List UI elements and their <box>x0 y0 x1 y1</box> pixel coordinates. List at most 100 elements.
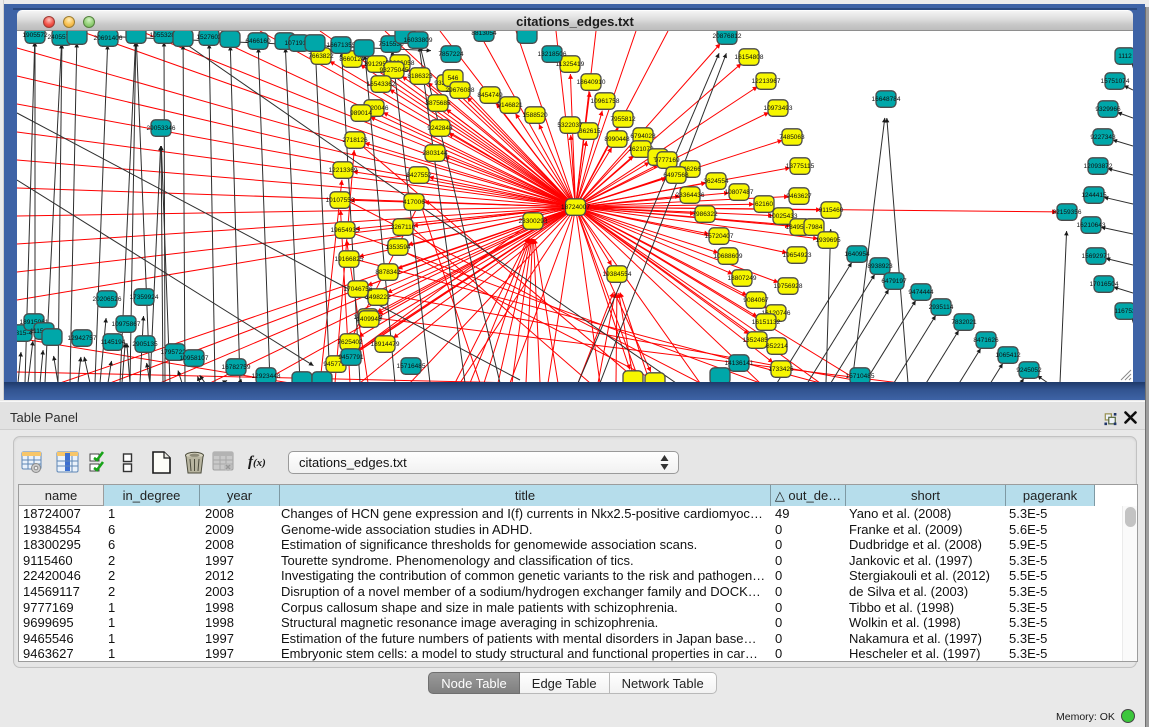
svg-text:9777169: 9777169 <box>654 157 680 164</box>
svg-text:10807487: 10807487 <box>725 189 754 196</box>
svg-text:29676088: 29676088 <box>446 87 475 94</box>
svg-text:15692971: 15692971 <box>1082 253 1111 260</box>
svg-text:23300293: 23300293 <box>519 218 548 225</box>
svg-text:1640954: 1640954 <box>844 251 870 258</box>
svg-text:1353594: 1353594 <box>385 244 411 251</box>
svg-text:1905572: 1905572 <box>22 32 48 39</box>
svg-text:16151132: 16151132 <box>752 319 781 326</box>
svg-text:20691406: 20691406 <box>94 35 123 42</box>
svg-text:12093872: 12093872 <box>1084 163 1113 170</box>
svg-text:16648784: 16648784 <box>872 96 901 103</box>
svg-text:116753: 116753 <box>1114 308 1133 315</box>
svg-text:852214: 852214 <box>766 343 788 350</box>
svg-text:1588520: 1588520 <box>522 112 548 119</box>
svg-text:16671355: 16671355 <box>327 42 356 49</box>
svg-text:29053346: 29053346 <box>147 125 176 132</box>
svg-text:546: 546 <box>448 75 459 82</box>
svg-text:8471626: 8471626 <box>973 337 999 344</box>
svg-text:1065412: 1065412 <box>995 352 1021 359</box>
svg-text:2905135: 2905135 <box>132 341 158 348</box>
svg-text:1733426: 1733426 <box>768 366 794 373</box>
svg-text:6794028: 6794028 <box>630 133 656 140</box>
svg-text:1939695: 1939695 <box>815 237 841 244</box>
svg-text:2803144: 2803144 <box>422 150 448 157</box>
svg-text:10961758: 10961758 <box>591 98 620 105</box>
svg-text:12923448: 12923448 <box>252 373 281 380</box>
svg-text:10107553: 10107553 <box>326 197 355 204</box>
svg-text:3267110: 3267110 <box>391 224 416 231</box>
svg-text:9474444: 9474444 <box>908 289 934 296</box>
svg-text:16543362: 16543362 <box>367 81 396 88</box>
svg-text:9463627: 9463627 <box>786 193 812 200</box>
svg-text:15710485: 15710485 <box>846 373 875 380</box>
svg-text:12213967: 12213967 <box>752 78 781 85</box>
svg-text:1527602: 1527602 <box>196 34 222 41</box>
svg-text:6466160: 6466160 <box>245 38 271 45</box>
svg-text:7485063: 7485063 <box>779 134 805 141</box>
svg-text:1112: 1112 <box>1118 53 1132 60</box>
svg-text:16210643: 16210643 <box>1077 222 1106 229</box>
svg-text:1145194: 1145194 <box>101 339 126 346</box>
svg-text:15716485: 15716485 <box>397 363 426 370</box>
svg-text:17359924: 17359924 <box>130 294 159 301</box>
svg-text:9115460: 9115460 <box>819 207 844 214</box>
svg-text:16782759: 16782759 <box>222 364 251 371</box>
svg-text:16033809: 16033809 <box>404 37 433 44</box>
svg-text:7986322: 7986322 <box>692 211 718 218</box>
svg-text:417006: 417006 <box>403 199 425 206</box>
svg-text:9329966: 9329966 <box>1095 106 1121 113</box>
svg-text:9457791: 9457791 <box>338 354 364 361</box>
svg-text:12213369: 12213369 <box>329 167 358 174</box>
svg-text:18724007: 18724007 <box>561 204 590 211</box>
svg-text:9084067: 9084067 <box>743 297 769 304</box>
svg-text:8660124: 8660124 <box>339 56 365 63</box>
svg-text:3624554: 3624554 <box>703 178 729 185</box>
svg-text:15751074: 15751074 <box>1101 78 1130 85</box>
svg-text:8427552: 8427552 <box>406 172 432 179</box>
svg-text:15720407: 15720407 <box>705 233 734 240</box>
svg-text:5322037: 5322037 <box>557 122 583 129</box>
svg-text:13218506: 13218506 <box>538 51 567 58</box>
svg-text:19756928: 19756928 <box>774 283 803 290</box>
svg-text:20876812: 20876812 <box>713 33 742 40</box>
svg-text:10958107: 10958107 <box>180 355 209 362</box>
svg-text:23364436: 23364436 <box>676 192 705 199</box>
svg-text:6479197: 6479197 <box>881 278 907 285</box>
svg-text:19166825: 19166825 <box>335 256 364 263</box>
svg-text:-7984: -7984 <box>806 224 823 231</box>
svg-text:62160: 62160 <box>755 201 773 208</box>
svg-text:93275045: 93275045 <box>380 67 409 74</box>
svg-text:7955812: 7955812 <box>610 116 636 123</box>
svg-text:18914479: 18914479 <box>371 341 400 348</box>
svg-text:9146821: 9146821 <box>497 102 523 109</box>
svg-text:18807249: 18807249 <box>728 275 757 282</box>
svg-text:989014: 989014 <box>350 110 372 117</box>
svg-text:10975867: 10975867 <box>112 321 141 328</box>
svg-text:16154808: 16154808 <box>735 54 764 61</box>
svg-text:1244415: 1244415 <box>1081 192 1107 199</box>
svg-text:3875685: 3875685 <box>425 100 451 107</box>
svg-text:8813054: 8813054 <box>471 31 497 37</box>
svg-text:12942757: 12942757 <box>68 335 97 342</box>
svg-text:9242848: 9242848 <box>427 125 453 132</box>
svg-text:2718126: 2718126 <box>342 137 368 144</box>
svg-text:9227343: 9227343 <box>1090 134 1116 141</box>
svg-text:19654923: 19654923 <box>783 252 812 259</box>
svg-text:14136141: 14136141 <box>725 360 754 367</box>
svg-text:82159356: 82159356 <box>1053 209 1082 216</box>
svg-text:7625402: 7625402 <box>337 339 363 346</box>
svg-text:9245052: 9245052 <box>1016 367 1042 374</box>
svg-text:13775115: 13775115 <box>786 163 815 170</box>
svg-text:1498222: 1498222 <box>365 294 391 301</box>
svg-text:8990448: 8990448 <box>604 136 630 143</box>
svg-text:7857224: 7857224 <box>438 51 464 58</box>
svg-text:2935114: 2935114 <box>929 304 954 311</box>
svg-text:10973493: 10973493 <box>764 105 793 112</box>
svg-text:7832021: 7832021 <box>951 319 977 326</box>
svg-text:8938923: 8938923 <box>867 263 893 270</box>
svg-text:17016504: 17016504 <box>1090 281 1119 288</box>
svg-text:6497568: 6497568 <box>663 172 689 179</box>
svg-text:18640910: 18640910 <box>577 79 606 86</box>
svg-text:10688609: 10688609 <box>714 253 743 260</box>
svg-text:8454749: 8454749 <box>477 92 503 99</box>
